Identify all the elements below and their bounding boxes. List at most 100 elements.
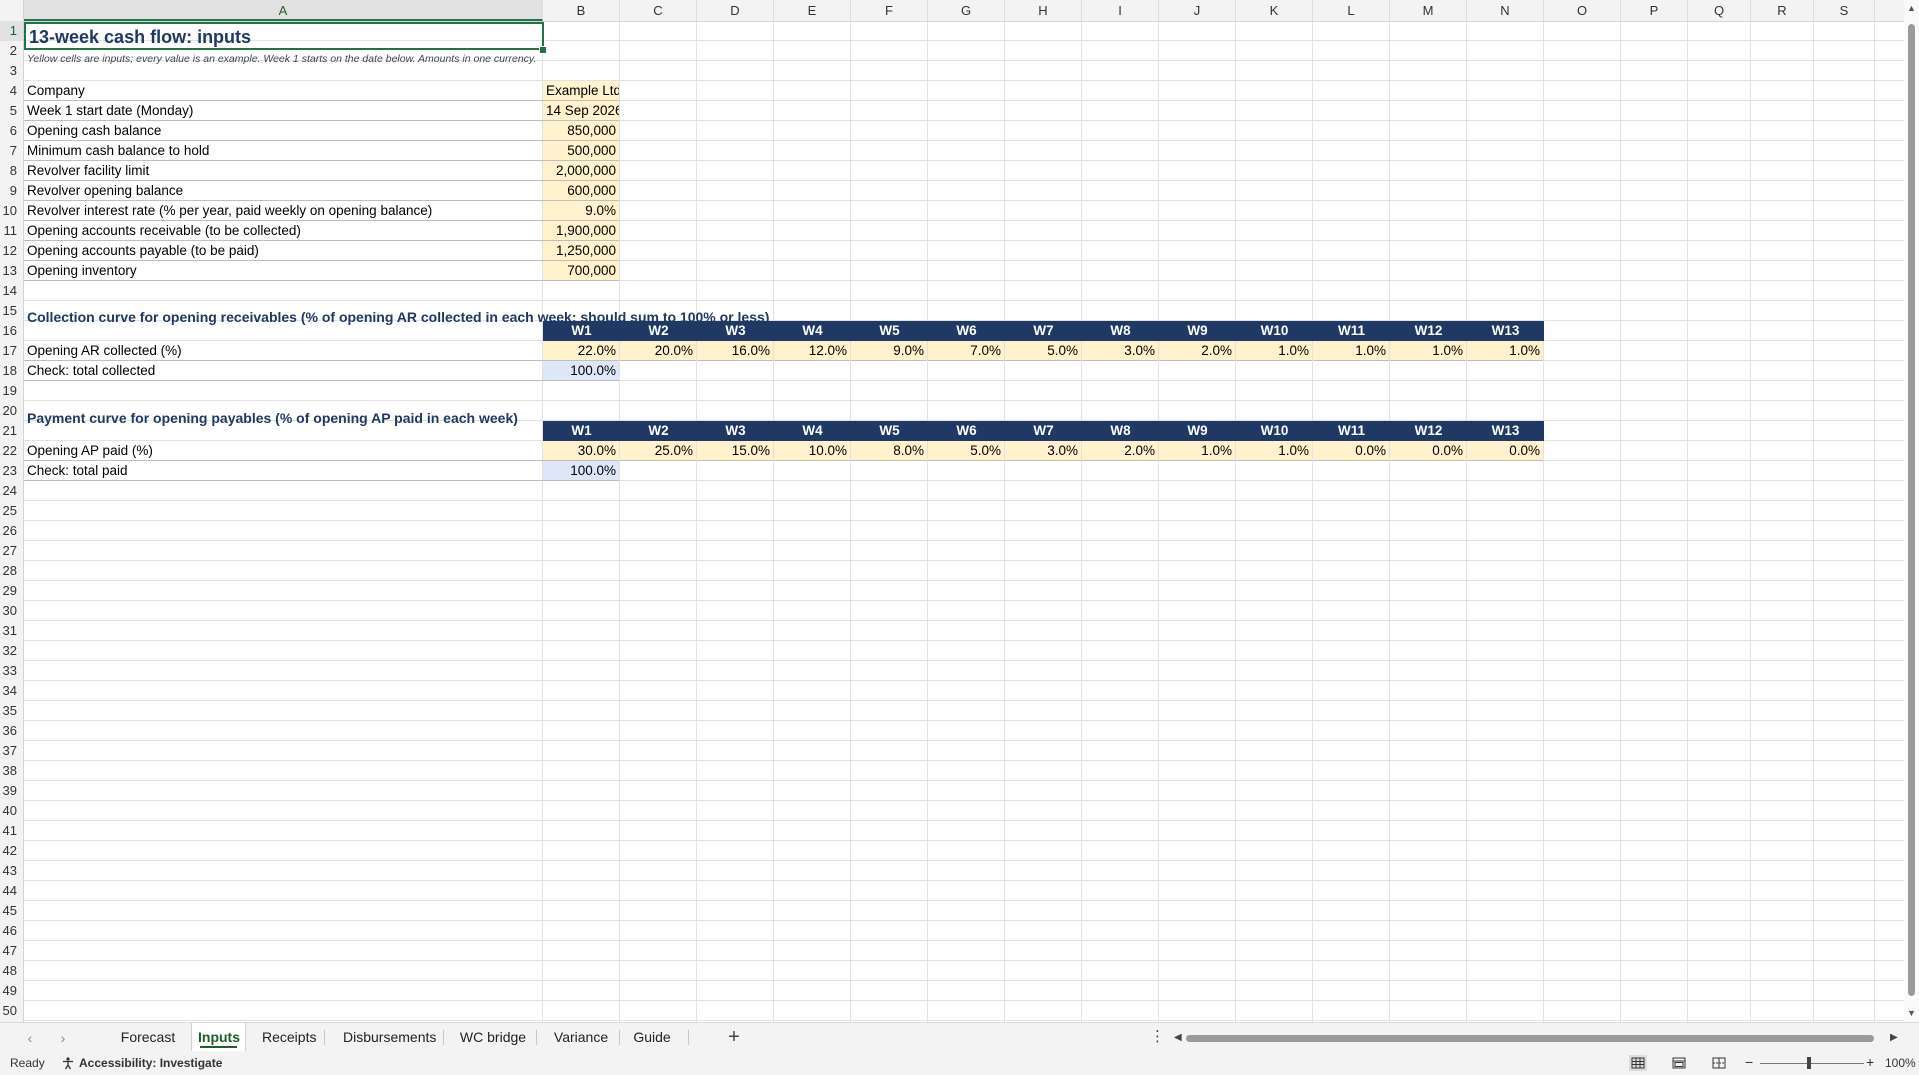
input-label[interactable]: Company [24,81,543,101]
curve-percent-cell[interactable]: 22.0% [543,341,619,361]
row-header-35[interactable]: 35 [0,701,23,721]
week-header[interactable]: W9 [1159,321,1236,341]
fill-handle[interactable] [539,46,547,54]
row-header-23[interactable]: 23 [0,461,23,481]
normal-view-icon[interactable] [1629,1055,1647,1071]
row-header-25[interactable]: 25 [0,501,23,521]
column-header-n[interactable]: N [1467,0,1544,21]
row-header-22[interactable]: 22 [0,441,23,461]
input-label[interactable]: Minimum cash balance to hold [24,141,543,161]
curve-percent-cell[interactable]: 25.0% [620,441,696,461]
tab-variance[interactable]: Variance [545,1023,617,1051]
row-header-39[interactable]: 39 [0,781,23,801]
week-header[interactable]: W11 [1313,321,1390,341]
curve-percent-cell[interactable]: 3.0% [1082,341,1158,361]
week-header[interactable]: W7 [1005,321,1082,341]
input-label[interactable]: Opening inventory [24,261,543,281]
prev-sheet-icon[interactable]: ‹ [22,1029,38,1047]
week-header[interactable]: W10 [1236,421,1313,441]
row-header-19[interactable]: 19 [0,381,23,401]
row-header-9[interactable]: 9 [0,181,23,201]
vertical-scrollbar[interactable]: ▲ ▼ [1904,0,1919,1022]
row-header-27[interactable]: 27 [0,541,23,561]
row-header-36[interactable]: 36 [0,721,23,741]
curve-percent-cell[interactable]: 8.0% [851,441,927,461]
week-header[interactable]: W12 [1390,321,1467,341]
scroll-up-arrow-icon[interactable]: ▲ [1907,4,1916,13]
week-header[interactable]: W7 [1005,421,1082,441]
row-header-50[interactable]: 50 [0,1001,23,1021]
row-header-40[interactable]: 40 [0,801,23,821]
check-total-cell[interactable]: 100.0% [543,461,619,481]
row-header-7[interactable]: 7 [0,141,23,161]
row-header-8[interactable]: 8 [0,161,23,181]
accessibility-status[interactable]: Accessibility: Investigate [79,1056,222,1070]
zoom-in-button[interactable]: + [1866,1054,1874,1070]
row-header-30[interactable]: 30 [0,601,23,621]
row-header-45[interactable]: 45 [0,901,23,921]
curve-percent-cell[interactable]: 30.0% [543,441,619,461]
input-label[interactable]: Week 1 start date (Monday) [24,101,543,121]
check-label[interactable]: Check: total paid [24,461,543,481]
week-header[interactable]: W9 [1159,421,1236,441]
payment-heading[interactable]: Payment curve for opening payables (% of… [27,408,518,428]
week-header[interactable]: W13 [1467,421,1544,441]
week-header[interactable]: W3 [697,421,774,441]
week-header[interactable]: W6 [928,321,1005,341]
curve-percent-cell[interactable]: 0.0% [1467,441,1543,461]
input-label[interactable]: Revolver opening balance [24,181,543,201]
row-header-16[interactable]: 16 [0,321,23,341]
curve-percent-cell[interactable]: 1.0% [1236,341,1312,361]
row-header-6[interactable]: 6 [0,121,23,141]
input-value[interactable]: 14 Sep 2026 [543,101,619,121]
week-header[interactable]: W1 [543,321,620,341]
column-header-o[interactable]: O [1544,0,1621,21]
tab-disbursements[interactable]: Disbursements [337,1023,441,1051]
row-header-28[interactable]: 28 [0,561,23,581]
column-header-l[interactable]: L [1313,0,1390,21]
row-header-44[interactable]: 44 [0,881,23,901]
week-header[interactable]: W6 [928,421,1005,441]
week-header[interactable]: W10 [1236,321,1313,341]
curve-percent-cell[interactable]: 1.0% [1236,441,1312,461]
week-header[interactable]: W5 [851,421,928,441]
check-label[interactable]: Check: total collected [24,361,543,381]
row-header-31[interactable]: 31 [0,621,23,641]
input-label[interactable]: Revolver interest rate (% per year, paid… [24,201,543,221]
column-header-k[interactable]: K [1236,0,1313,21]
tab-receipts[interactable]: Receipts [256,1023,322,1051]
select-all-corner[interactable] [0,0,24,21]
scroll-down-arrow-icon[interactable]: ▼ [1907,1009,1916,1018]
column-header-e[interactable]: E [774,0,851,21]
row-header-1[interactable]: 1 [0,21,23,41]
week-header[interactable]: W4 [774,421,851,441]
column-header-a[interactable]: A [24,0,543,21]
column-header-p[interactable]: P [1621,0,1688,21]
input-value[interactable]: 1,250,000 [543,241,619,261]
zoom-out-button[interactable]: − [1745,1054,1753,1070]
curve-percent-cell[interactable]: 20.0% [620,341,696,361]
row-header-46[interactable]: 46 [0,921,23,941]
row-header-38[interactable]: 38 [0,761,23,781]
row-header-48[interactable]: 48 [0,961,23,981]
curve-row-label[interactable]: Opening AP paid (%) [24,441,543,461]
week-header[interactable]: W1 [543,421,620,441]
curve-percent-cell[interactable]: 1.0% [1159,441,1235,461]
input-value[interactable]: 500,000 [543,141,619,161]
row-header-34[interactable]: 34 [0,681,23,701]
input-value[interactable]: 600,000 [543,181,619,201]
curve-percent-cell[interactable]: 5.0% [1005,341,1081,361]
row-header-15[interactable]: 15 [0,301,23,321]
input-label[interactable]: Opening accounts payable (to be paid) [24,241,543,261]
column-header-b[interactable]: B [543,0,620,21]
row-header-18[interactable]: 18 [0,361,23,381]
curve-percent-cell[interactable]: 0.0% [1390,441,1466,461]
curve-percent-cell[interactable]: 15.0% [697,441,773,461]
row-header-13[interactable]: 13 [0,261,23,281]
curve-percent-cell[interactable]: 12.0% [774,341,850,361]
horizontal-scroll-thumb[interactable] [1186,1035,1874,1042]
row-header-24[interactable]: 24 [0,481,23,501]
horizontal-scrollbar[interactable]: ◀ ▶ [1172,1032,1902,1044]
row-header-12[interactable]: 12 [0,241,23,261]
column-header-r[interactable]: R [1751,0,1814,21]
